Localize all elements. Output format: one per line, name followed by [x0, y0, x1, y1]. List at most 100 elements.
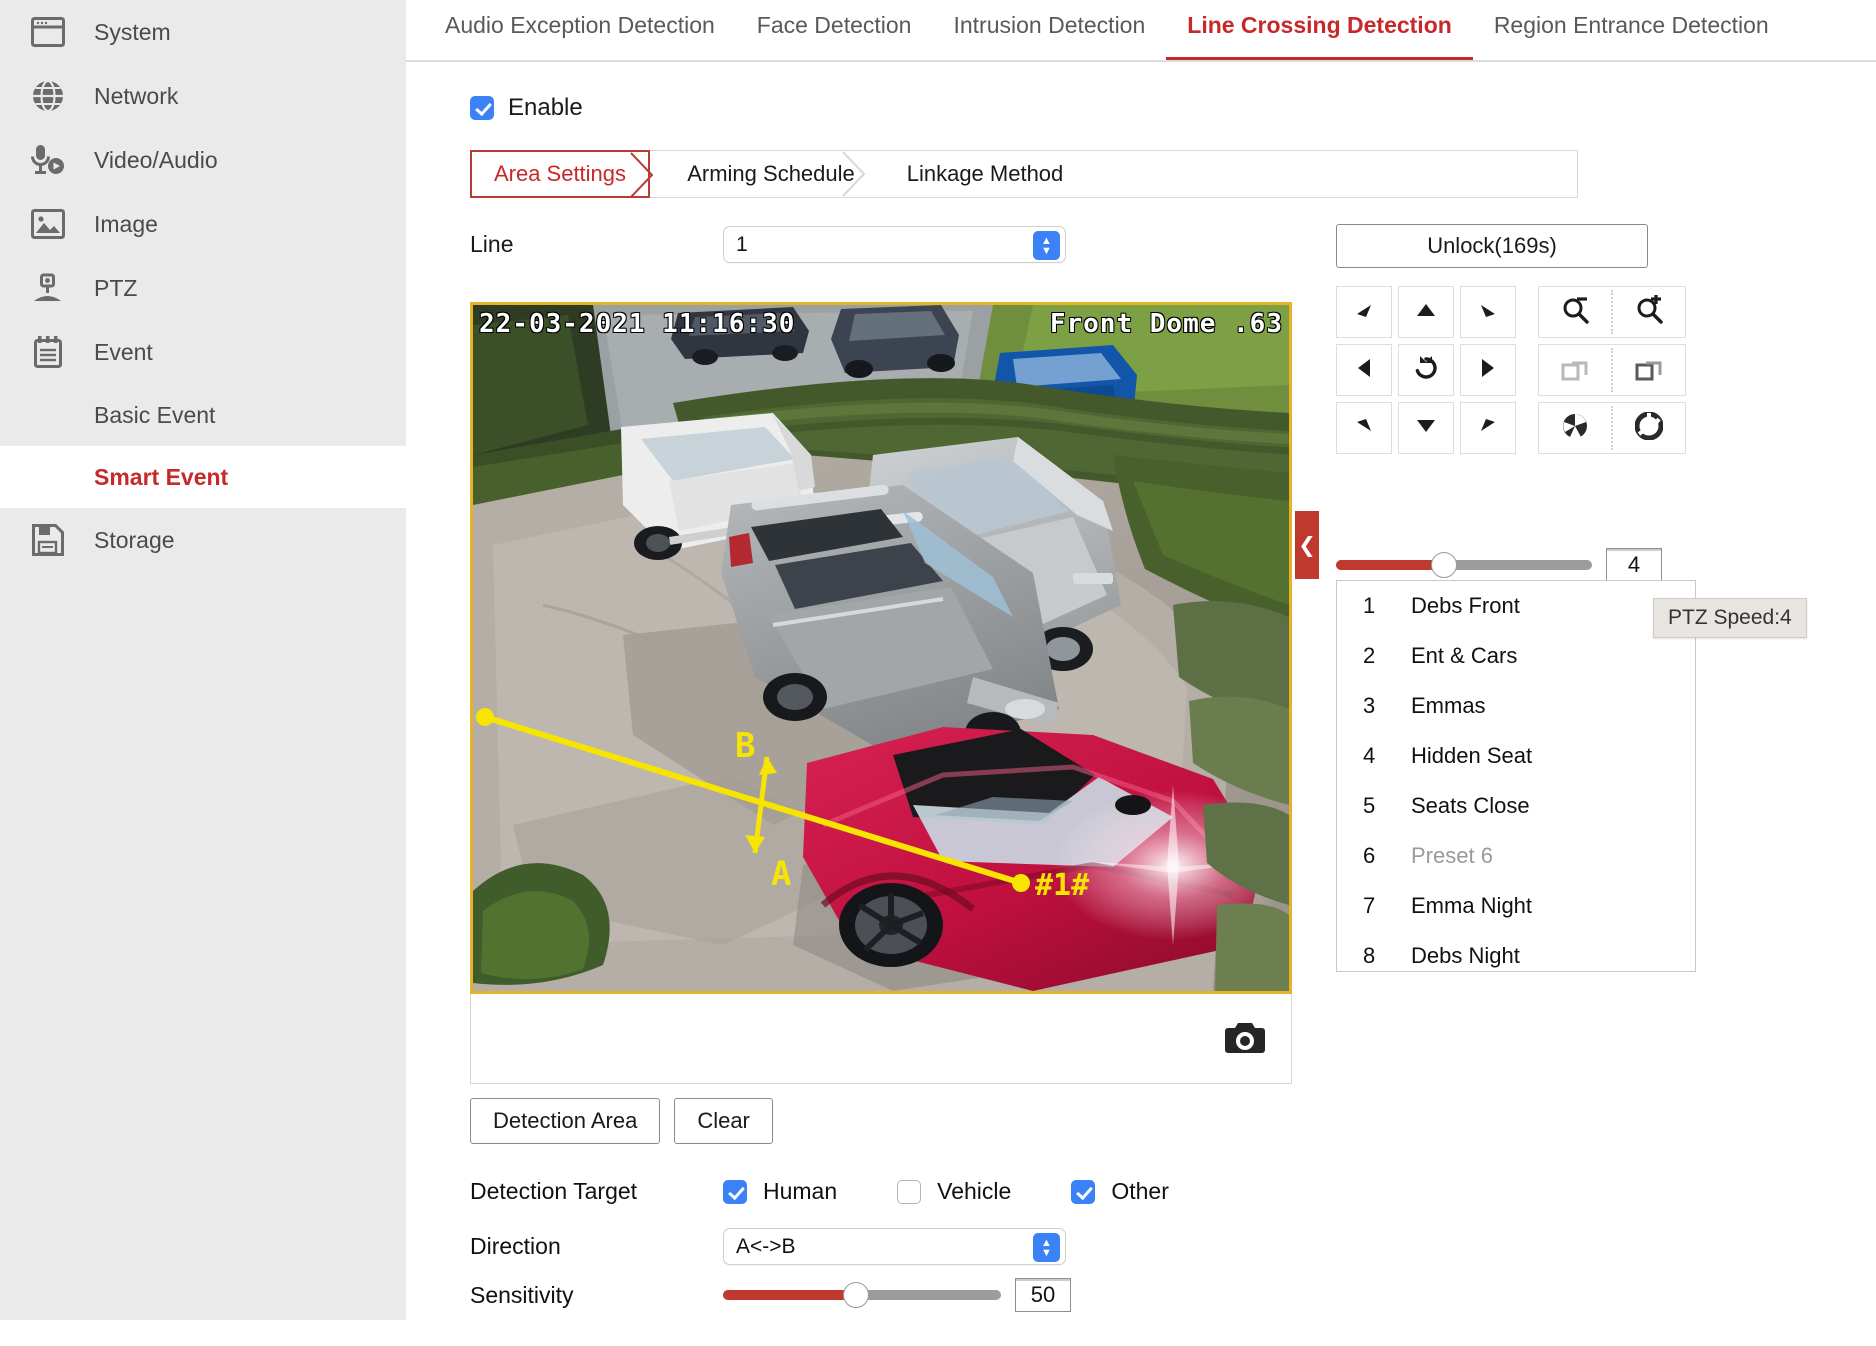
ptz-dpad [1336, 286, 1516, 454]
ptz-speed-slider[interactable] [1336, 560, 1592, 570]
subtab-arming-schedule[interactable]: Arming Schedule [650, 151, 860, 197]
tab-label: Line Crossing Detection [1187, 12, 1452, 38]
preset-item[interactable]: 2 Ent & Cars [1337, 631, 1695, 681]
globe-icon [28, 76, 68, 116]
preset-name: Preset 6 [1411, 843, 1493, 869]
sidebar-item-image[interactable]: Image [0, 192, 406, 256]
tab-line-crossing-detection[interactable]: Line Crossing Detection [1166, 2, 1473, 62]
ptz-auto-scan-button[interactable] [1398, 344, 1454, 396]
sidebar-item-storage[interactable]: Storage [0, 508, 406, 572]
preset-item[interactable]: 6 Preset 6 [1337, 831, 1695, 881]
preset-item[interactable]: 7 Emma Night [1337, 881, 1695, 931]
sensitivity-knob[interactable] [843, 1282, 869, 1308]
clear-button[interactable]: Clear [674, 1098, 773, 1144]
preset-item[interactable]: 1 Debs Front [1337, 581, 1695, 631]
sensitivity-value[interactable]: 50 [1015, 1278, 1071, 1312]
ptz-move-right-button[interactable] [1460, 344, 1516, 396]
preset-name: Debs Night [1411, 943, 1520, 969]
ptz-move-up-left-button[interactable] [1336, 286, 1392, 338]
target-other[interactable]: Other [1071, 1178, 1169, 1205]
ptz-iris-row [1538, 402, 1686, 454]
target-human[interactable]: Human [723, 1178, 837, 1205]
tab-audio-exception-detection[interactable]: Audio Exception Detection [424, 2, 736, 57]
sidebar-item-label: Event [94, 339, 153, 366]
sidebar-item-ptz[interactable]: PTZ [0, 256, 406, 320]
ptz-controls [1336, 286, 1696, 454]
focus-near-button[interactable] [1539, 345, 1611, 395]
unlock-button[interactable]: Unlock(169s) [1336, 224, 1648, 268]
picture-icon [28, 204, 68, 244]
sidebar-item-network[interactable]: Network [0, 64, 406, 128]
vehicle-checkbox[interactable] [897, 1180, 921, 1204]
sidebar-item-video-audio[interactable]: Video/Audio [0, 128, 406, 192]
other-checkbox[interactable] [1071, 1180, 1095, 1204]
preset-list[interactable]: 1 Debs Front 2 Ent & Cars 3 Emmas 4 Hidd… [1336, 580, 1696, 972]
sidebar-item-label: Image [94, 211, 158, 238]
ptz-speed-knob[interactable] [1431, 552, 1457, 578]
sensitivity-fill [723, 1290, 856, 1300]
sidebar-item-smart-event[interactable]: Smart Event [0, 446, 406, 508]
preset-name: Emma Night [1411, 893, 1532, 919]
enable-checkbox[interactable] [470, 96, 494, 120]
tab-region-entrance-detection[interactable]: Region Entrance Detection [1473, 2, 1790, 57]
tab-label: Audio Exception Detection [445, 12, 715, 38]
human-label: Human [763, 1178, 837, 1205]
preset-name: Hidden Seat [1411, 743, 1532, 769]
sidebar-item-event[interactable]: Event [0, 320, 406, 384]
enable-label: Enable [508, 94, 583, 122]
detection-target-row: Detection Target Human Vehicle Other [470, 1178, 1229, 1205]
sensitivity-slider[interactable] [723, 1290, 1001, 1300]
direction-select-value: A<->B [736, 1235, 796, 1259]
focus-far-button[interactable] [1613, 345, 1685, 395]
ptz-speed-row: 4 [1336, 548, 1716, 582]
preset-id: 4 [1363, 743, 1411, 769]
area-buttons: Detection Area Clear [470, 1098, 773, 1144]
target-vehicle[interactable]: Vehicle [897, 1178, 1011, 1205]
other-label: Other [1111, 1178, 1169, 1205]
chevron-updown-icon: ▲▼ [1033, 1233, 1060, 1262]
preset-item[interactable]: 3 Emmas [1337, 681, 1695, 731]
tab-face-detection[interactable]: Face Detection [736, 2, 933, 57]
preset-item[interactable]: 8 Debs Night [1337, 931, 1695, 972]
focus-far-icon [1634, 354, 1664, 387]
subtab-area-settings[interactable]: Area Settings [470, 150, 650, 198]
sidebar-item-basic-event[interactable]: Basic Event [0, 384, 406, 446]
mic-play-icon [28, 140, 68, 180]
preset-name: Emmas [1411, 693, 1486, 719]
human-checkbox[interactable] [723, 1180, 747, 1204]
iris-open-button[interactable] [1613, 403, 1685, 453]
ptz-speed-value[interactable]: 4 [1606, 548, 1662, 582]
iris-close-button[interactable] [1539, 403, 1611, 453]
zoom-in-button[interactable] [1613, 287, 1685, 337]
vehicle-label: Vehicle [937, 1178, 1011, 1205]
detection-area-button[interactable]: Detection Area [470, 1098, 660, 1144]
arrow-up-left-icon [1353, 300, 1375, 325]
detection-line-overlay[interactable]: B A #1# [473, 305, 1289, 991]
tab-intrusion-detection[interactable]: Intrusion Detection [932, 2, 1166, 57]
preset-item[interactable]: 4 Hidden Seat [1337, 731, 1695, 781]
ptz-move-down-button[interactable] [1398, 402, 1454, 454]
sidebar-item-system[interactable]: System [0, 0, 406, 64]
line-number-text: #1# [1035, 868, 1089, 903]
line-select[interactable]: 1 ▲▼ [723, 226, 1066, 263]
video-preview[interactable]: 22-03-2021 11:16:30 Front Dome .63 B A #… [470, 302, 1292, 994]
direction-select[interactable]: A<->B ▲▼ [723, 1228, 1066, 1265]
ptz-move-down-right-button[interactable] [1460, 402, 1516, 454]
ptz-move-down-left-button[interactable] [1336, 402, 1392, 454]
collapse-panel-toggle[interactable]: ❮ [1295, 511, 1319, 579]
ptz-move-up-right-button[interactable] [1460, 286, 1516, 338]
direction-label: Direction [470, 1233, 723, 1260]
sensitivity-label: Sensitivity [470, 1282, 723, 1309]
camera-icon[interactable] [1225, 1020, 1265, 1054]
preset-id: 5 [1363, 793, 1411, 819]
preset-item[interactable]: 5 Seats Close [1337, 781, 1695, 831]
zoom-out-button[interactable] [1539, 287, 1611, 337]
rotate-icon [1412, 354, 1440, 387]
ptz-speed-fill [1336, 560, 1444, 570]
ptz-move-left-button[interactable] [1336, 344, 1392, 396]
arrow-up-icon [1415, 301, 1437, 324]
subtab-linkage-method[interactable]: Linkage Method [860, 151, 1080, 197]
sidebar-item-label: Video/Audio [94, 147, 218, 174]
ptz-move-up-button[interactable] [1398, 286, 1454, 338]
focus-near-icon [1560, 354, 1590, 387]
